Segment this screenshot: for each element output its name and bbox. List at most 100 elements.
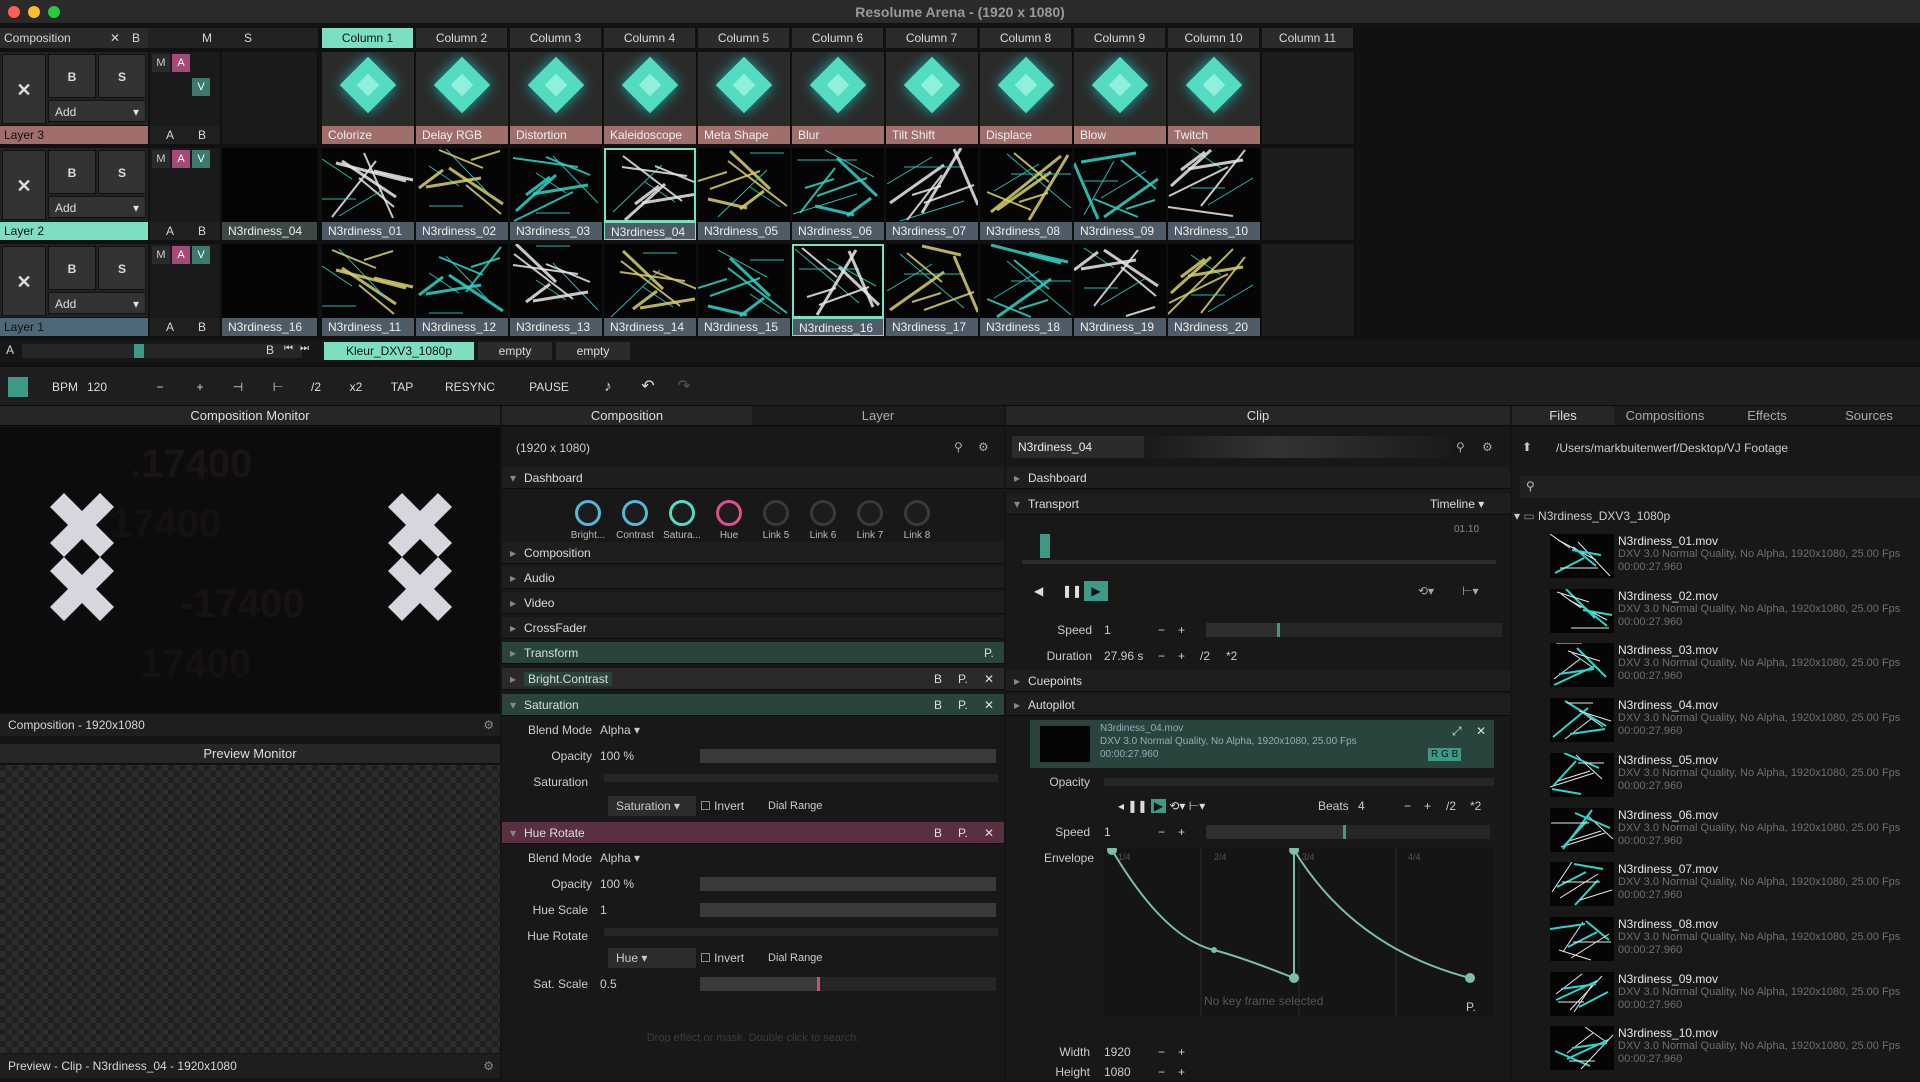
empty-clip-slot[interactable]: [1262, 148, 1355, 240]
width-decrease[interactable]: −: [1158, 1042, 1165, 1062]
effect-clip[interactable]: Blur: [792, 52, 885, 144]
tab-files[interactable]: Files: [1512, 406, 1614, 426]
play-reverse-button[interactable]: ◀: [1034, 584, 1043, 598]
bypass-button[interactable]: B: [934, 822, 942, 844]
deck-tab[interactable]: empty: [478, 342, 552, 360]
column-header[interactable]: Column 1: [322, 28, 414, 48]
width-value[interactable]: 1920: [1104, 1042, 1131, 1062]
layer-solo-button[interactable]: S: [98, 150, 146, 194]
layer-mask-button[interactable]: M: [152, 150, 170, 168]
section-crossfader[interactable]: CrossFader: [502, 617, 1004, 639]
deck-prev-icon[interactable]: ⏮: [284, 343, 293, 354]
bpm-value[interactable]: 120: [82, 377, 112, 397]
layer-clear-button[interactable]: ✕: [2, 54, 46, 124]
metronome-icon[interactable]: ♪: [596, 377, 620, 397]
bpm-half-button[interactable]: /2: [304, 377, 328, 397]
sat-dial-track[interactable]: [604, 774, 998, 782]
redo-icon[interactable]: ↷: [672, 377, 696, 397]
file-item[interactable]: N3rdiness_10.mov DXV 3.0 Normal Quality, …: [1546, 1022, 1920, 1076]
crossfader-slider[interactable]: [22, 344, 302, 358]
gear-icon[interactable]: ⚙: [483, 714, 494, 736]
dashboard-knob[interactable]: Link 8: [895, 500, 939, 541]
bpm-double-button[interactable]: x2: [342, 377, 370, 397]
column-header[interactable]: Column 4: [604, 28, 696, 48]
expand-icon[interactable]: ⤢: [1452, 724, 1462, 739]
hue-scale-slider[interactable]: [700, 903, 996, 917]
tap-button[interactable]: TAP: [384, 377, 420, 397]
tab-composition[interactable]: Composition: [502, 406, 752, 426]
tab-effects[interactable]: Effects: [1716, 406, 1818, 426]
bpm-decrease-button[interactable]: −: [148, 377, 172, 397]
video-clip[interactable]: N3rdiness_15: [698, 244, 791, 336]
sat-opacity-value[interactable]: 100 %: [600, 746, 634, 766]
preset-button[interactable]: P.: [958, 668, 968, 690]
effect-clip[interactable]: Delay RGB: [416, 52, 509, 144]
layer-name[interactable]: Layer 3: [0, 126, 148, 144]
layer-bypass-button[interactable]: B: [48, 246, 96, 290]
hue-invert-checkbox[interactable]: ☐ Invert: [700, 948, 744, 968]
playhead[interactable]: [1040, 534, 1050, 558]
hue-opacity-value[interactable]: 100 %: [600, 874, 634, 894]
effect-clip[interactable]: Distortion: [510, 52, 603, 144]
layer-a-button[interactable]: A: [166, 222, 174, 240]
duration-half-button[interactable]: /2: [1200, 646, 1210, 666]
autopilot-section[interactable]: Autopilot: [1006, 694, 1510, 716]
video-clip[interactable]: N3rdiness_06: [792, 148, 885, 240]
hue-blend-select[interactable]: Alpha ▾: [600, 848, 672, 868]
column-header[interactable]: Column 9: [1074, 28, 1166, 48]
column-header[interactable]: Column 3: [510, 28, 602, 48]
duration-decrease[interactable]: −: [1158, 646, 1165, 666]
file-item[interactable]: N3rdiness_08.mov DXV 3.0 Normal Quality, …: [1546, 913, 1920, 967]
duration-value[interactable]: 27.96 s: [1104, 646, 1143, 666]
preset-button[interactable]: P.: [958, 822, 968, 844]
hue-rotate-effect[interactable]: Hue Rotate B P. ✕: [502, 822, 1004, 844]
effect-clip[interactable]: Tilt Shift: [886, 52, 979, 144]
speed2-slider[interactable]: [1206, 825, 1490, 839]
column-header[interactable]: Column 6: [792, 28, 884, 48]
bpm-increase-button[interactable]: +: [188, 377, 212, 397]
file-item[interactable]: N3rdiness_06.mov DXV 3.0 Normal Quality, …: [1546, 804, 1920, 858]
green-channel[interactable]: G: [1441, 749, 1449, 760]
video-clip[interactable]: N3rdiness_01: [322, 148, 415, 240]
layer-audio-button[interactable]: A: [172, 246, 190, 264]
composition-solo-button[interactable]: S: [244, 31, 252, 45]
effect-clip[interactable]: Colorize: [322, 52, 415, 144]
up-arrow-icon[interactable]: ⬆: [1522, 440, 1532, 454]
files-search-input[interactable]: ⚲: [1520, 476, 1920, 498]
clip-name[interactable]: N3rdiness_04: [1018, 440, 1092, 454]
layer-a-button[interactable]: A: [166, 126, 174, 144]
composition-mute-button[interactable]: M: [202, 31, 212, 45]
cuepoints-section[interactable]: Cuepoints: [1006, 670, 1510, 692]
layer-video-button[interactable]: V: [192, 78, 210, 96]
layer-mask-button[interactable]: M: [152, 246, 170, 264]
layer-name[interactable]: Layer 1: [0, 318, 148, 336]
layer-video-button[interactable]: V: [192, 246, 210, 264]
file-item[interactable]: N3rdiness_05.mov DXV 3.0 Normal Quality, …: [1546, 749, 1920, 803]
sat-scale-value[interactable]: 0.5: [600, 974, 617, 994]
video-clip[interactable]: N3rdiness_14: [604, 244, 697, 336]
saturation-effect[interactable]: Saturation B P. ✕: [502, 694, 1004, 716]
envelope-editor[interactable]: 1/4 2/4 3/4 4/4 No key frame selected P.: [1104, 845, 1494, 1016]
effect-clip[interactable]: Twitch: [1168, 52, 1261, 144]
effect-clip[interactable]: Kaleidoscope: [604, 52, 697, 144]
layer-bypass-button[interactable]: B: [48, 150, 96, 194]
video-clip[interactable]: N3rdiness_20: [1168, 244, 1261, 336]
layer-b-button[interactable]: B: [198, 126, 206, 144]
layer-b-button[interactable]: B: [198, 222, 206, 240]
column-header[interactable]: Column 10: [1168, 28, 1260, 48]
height-value[interactable]: 1080: [1104, 1062, 1131, 1082]
layer-audio-button[interactable]: A: [172, 150, 190, 168]
timeline-mode-select[interactable]: Timeline ▾: [1430, 493, 1484, 515]
layer-solo-button[interactable]: S: [98, 54, 146, 98]
rgb-channel-buttons[interactable]: R G B: [1428, 748, 1462, 761]
file-item[interactable]: N3rdiness_09.mov DXV 3.0 Normal Quality, …: [1546, 968, 1920, 1022]
search-icon[interactable]: ⚲: [1456, 440, 1465, 454]
file-item[interactable]: N3rdiness_03.mov DXV 3.0 Normal Quality, …: [1546, 639, 1920, 693]
video-clip[interactable]: N3rdiness_18: [980, 244, 1073, 336]
video-clip[interactable]: N3rdiness_08: [980, 148, 1073, 240]
clip-transport-section[interactable]: Transport Timeline ▾: [1006, 493, 1510, 515]
tab-layer[interactable]: Layer: [752, 406, 1004, 426]
height-decrease[interactable]: −: [1158, 1062, 1165, 1082]
nudge-left-button[interactable]: ⊣: [226, 377, 250, 397]
pause-button[interactable]: PAUSE: [524, 377, 574, 397]
